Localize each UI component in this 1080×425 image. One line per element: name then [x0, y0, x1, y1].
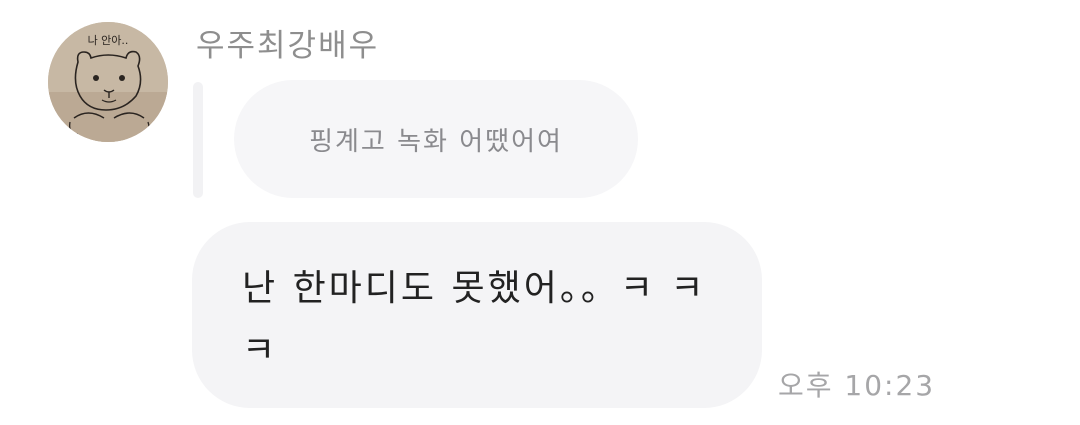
- sender-avatar[interactable]: 나 안아..: [48, 22, 168, 142]
- avatar-caption: 나 안아..: [88, 34, 129, 47]
- message-bubble[interactable]: 난 한마디도 못했어。。ㅋ ㅋ ㅋ: [192, 222, 762, 408]
- bear-drawing-icon: 나 안아..: [48, 22, 168, 142]
- message-text: 난 한마디도 못했어。。ㅋ ㅋ ㅋ: [242, 268, 707, 371]
- sender-name: 우주최강배우: [196, 28, 380, 64]
- reply-indicator-bar: [193, 82, 203, 198]
- quoted-reply-text: 핑계고 녹화 어땠어여: [309, 126, 563, 157]
- message-timestamp: 오후 10:23: [778, 369, 936, 402]
- quoted-reply-bubble[interactable]: 핑계고 녹화 어땠어여: [234, 80, 638, 198]
